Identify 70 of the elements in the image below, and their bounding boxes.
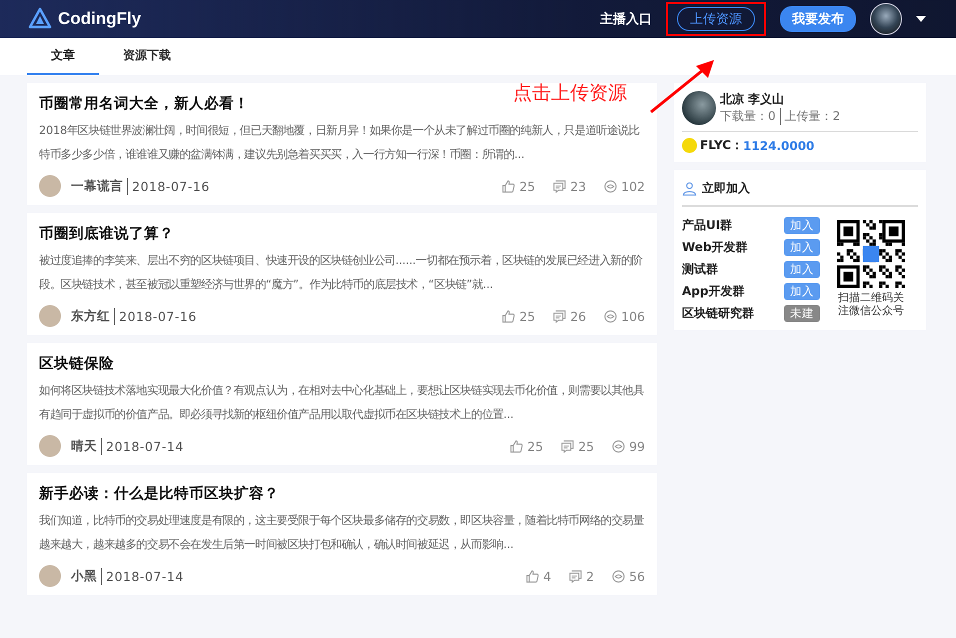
- comment-icon[interactable]: [553, 180, 566, 192]
- group-name: Web开发群: [682, 239, 748, 256]
- like-count: 25: [519, 308, 536, 324]
- author-name[interactable]: 东方红: [71, 308, 115, 324]
- header-link[interactable]: 主播入口: [600, 10, 652, 28]
- eye-icon: [604, 310, 618, 322]
- author-avatar: [39, 175, 61, 197]
- profile-avatar: [682, 91, 716, 125]
- article-title[interactable]: 币圈到底谁说了算？: [39, 223, 645, 245]
- tab[interactable]: 文章: [27, 38, 99, 75]
- group-name: 产品UI群: [682, 217, 732, 234]
- tab[interactable]: 资源下载: [99, 38, 195, 75]
- annotation-text: 点击上传资源: [513, 81, 627, 106]
- article-excerpt: 如何将区块链技术落地实现最大化价值？有观点认为，在相对去中心化基础上，要想让区块链实现去币化价值，则需要以其他具有趋同于虚拟币的价值产品。即必须寻找新的枢纽价值产品用以取代虚拟币在区块链技术上的位置...: [39, 383, 645, 423]
- like-count: 25: [519, 178, 536, 194]
- author-name[interactable]: 晴天: [71, 438, 102, 454]
- view-count: 102: [621, 178, 645, 194]
- comment-icon[interactable]: [561, 440, 574, 452]
- group-name: App开发群: [682, 283, 744, 300]
- view-count: 106: [621, 308, 645, 324]
- eye-icon: [604, 180, 618, 192]
- thumbs-up-icon[interactable]: [510, 440, 524, 452]
- people-icon: [682, 181, 697, 196]
- caret-icon[interactable]: [916, 16, 926, 22]
- author-avatar: [39, 435, 61, 457]
- comment-icon[interactable]: [569, 570, 582, 582]
- thumbs-up-icon[interactable]: [502, 180, 516, 192]
- post-date: 2018-07-16: [118, 308, 197, 324]
- article-excerpt: 2018年区块链世界波澜壮阔，时间很短，但已天翻地覆，日新月异！如果你是一个从未了解过币圈的纯新人，只是道听途说比特币多少多少倍，谁谁谁又赚的盆满钵满，建议先别急着买买买，入一行方知一行深！币圈：所谓的...: [39, 123, 640, 163]
- qr-caption: 扫描二维码关注微信公众号: [837, 291, 905, 317]
- group-name: 测试群: [682, 261, 718, 278]
- coin-icon: [682, 138, 697, 153]
- author-name[interactable]: 小黑: [71, 568, 102, 584]
- eye-icon: [612, 440, 626, 452]
- comment-count: 23: [570, 178, 586, 194]
- article-title[interactable]: 区块链保险: [39, 353, 645, 375]
- groups-title: 立即加入: [702, 180, 750, 197]
- view-count: 56: [629, 568, 645, 584]
- comment-count: 26: [570, 308, 586, 324]
- author-avatar: [39, 305, 61, 327]
- thumbs-up-icon[interactable]: [526, 570, 540, 582]
- author-name[interactable]: 一幕谎言: [71, 178, 128, 194]
- author-avatar: [39, 565, 61, 587]
- article-title[interactable]: 新手必读：什么是比特币区块扩容？: [39, 483, 645, 505]
- post-date: 2018-07-14: [105, 568, 184, 584]
- qr-code-drawing: [837, 220, 905, 288]
- comment-count: 25: [578, 438, 594, 454]
- publish-button[interactable]: 我要发布: [780, 6, 856, 32]
- coin-label: FLYC：: [700, 137, 744, 154]
- download-count: 下载量：0: [720, 108, 776, 125]
- coin-balance: 1124.0000: [743, 138, 814, 152]
- thumbs-up-icon[interactable]: [502, 310, 516, 322]
- join-button[interactable]: 未建: [784, 305, 820, 322]
- user-avatar[interactable]: [870, 3, 902, 35]
- comment-icon[interactable]: [553, 310, 566, 322]
- article-excerpt: 我们知道，比特币的交易处理速度是有限的，这主要受限于每个区块最多储存的交易数，即区块容量，随着比特币网络的交易量越来越大，越来越多的交易不会在发生后第一时间被区块打包和确认，确认时间被延迟，从而影响...: [39, 513, 645, 553]
- profile-name[interactable]: 北凉 李义山: [720, 91, 840, 108]
- upload-button[interactable]: 上传资源: [677, 7, 755, 31]
- eye-icon: [612, 570, 626, 582]
- logo-text[interactable]: CodingFly: [58, 9, 142, 29]
- logo-icon: [28, 7, 52, 31]
- like-count: 25: [527, 438, 544, 454]
- post-date: 2018-07-16: [131, 178, 210, 194]
- upload-count: 上传量：2: [780, 108, 840, 125]
- comment-count: 2: [586, 568, 594, 584]
- group-name: 区块链研究群: [682, 305, 754, 322]
- article-excerpt: 被过度追捧的李笑来、层出不穷的区块链项目、快速开设的区块链创业公司......一切都在预示着，区块链的发展已经进入新的阶段。区块链技术，甚至被冠以重塑经济与世界的“魔方”。作为比特币的底层技术，“区块链”就...: [39, 253, 644, 293]
- like-count: 4: [543, 568, 552, 584]
- view-count: 99: [629, 438, 645, 454]
- post-date: 2018-07-14: [105, 438, 184, 454]
